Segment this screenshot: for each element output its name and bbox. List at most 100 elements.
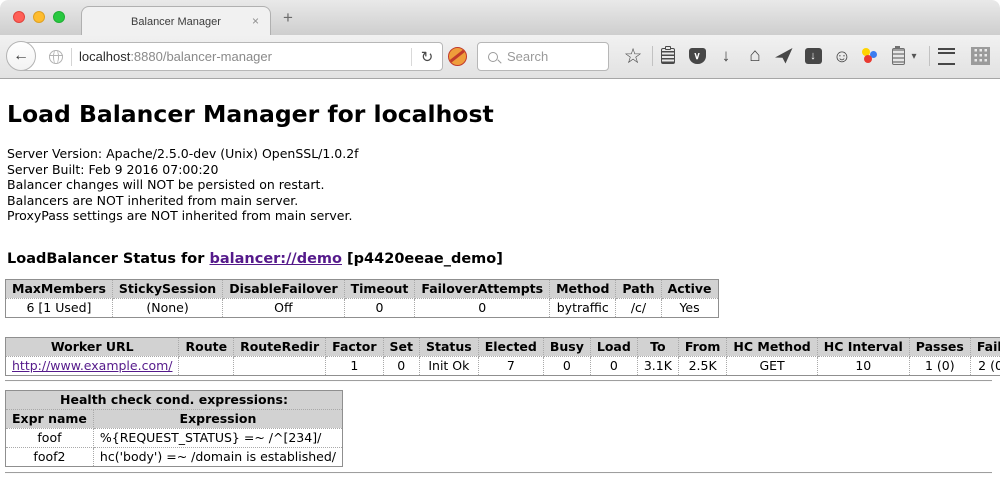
worker-data-row: http://www.example.com/ 1 0 Init Ok 7 0 … <box>6 356 1000 375</box>
download-extension-button[interactable]: ↓ <box>799 42 827 70</box>
back-button[interactable]: ← <box>6 41 36 71</box>
col-header-route: Route <box>179 337 234 356</box>
search-input[interactable] <box>505 48 599 65</box>
worker-url-link[interactable]: http://www.example.com/ <box>12 358 172 373</box>
window-controls <box>13 11 65 23</box>
cell-expression: hc('body') =~ /domain is established/ <box>93 447 342 466</box>
cell-stickysession: (None) <box>112 298 222 317</box>
status-heading: LoadBalancer Status for balancer://demo … <box>7 251 994 267</box>
tab-title: Balancer Manager <box>131 16 221 28</box>
home-button[interactable]: ⌂ <box>741 42 769 70</box>
cell-maxmembers: 6 [1 Used] <box>6 298 113 317</box>
col-header-maxmembers: MaxMembers <box>6 279 113 298</box>
globe-icon <box>49 50 63 64</box>
balancer-data-row: 6 [1 Used] (None) Off 0 0 bytraffic /c/ … <box>6 298 719 317</box>
toolbar-divider <box>929 46 930 66</box>
divider-rule <box>5 472 992 474</box>
cell-load: 0 <box>590 356 637 375</box>
content-blocker-icon[interactable] <box>448 47 467 66</box>
col-header-expr-name: Expr name <box>6 409 94 428</box>
send-button[interactable] <box>770 42 798 70</box>
col-header-hc-method: HC Method <box>727 337 817 356</box>
cell-path: /c/ <box>616 298 661 317</box>
cell-timeout: 0 <box>344 298 415 317</box>
col-header-worker-url: Worker URL <box>6 337 179 356</box>
col-header-stickysession: StickySession <box>112 279 222 298</box>
url-domain: localhost <box>79 49 130 64</box>
page-content: Load Balancer Manager for localhost Serv… <box>0 79 1000 491</box>
health-header-row: Expr name Expression <box>6 409 343 428</box>
col-header-passes: Passes <box>909 337 970 356</box>
health-data-row: foof %{REQUEST_STATUS} =~ /^[234]/ <box>6 428 343 447</box>
col-header-fails: Fails <box>970 337 1000 356</box>
proxypass-notice-line: ProxyPass settings are NOT inherited fro… <box>7 208 994 224</box>
cell-elected: 7 <box>478 356 543 375</box>
cell-status: Init Ok <box>420 356 479 375</box>
balancer-header-row: MaxMembers StickySession DisableFailover… <box>6 279 719 298</box>
cell-to: 3.1K <box>637 356 678 375</box>
reload-button[interactable]: ↻ <box>412 48 442 66</box>
inherit-notice-line: Balancers are NOT inherited from main se… <box>7 193 994 209</box>
url-divider <box>71 48 72 66</box>
cell-worker-url: http://www.example.com/ <box>6 356 179 375</box>
emoji-button[interactable]: ☺ <box>828 42 856 70</box>
grid-icon <box>971 47 990 65</box>
tab-close-icon[interactable]: × <box>252 14 259 28</box>
cell-failoverattempts: 0 <box>415 298 550 317</box>
cell-factor: 1 <box>326 356 383 375</box>
overflow-caret-button[interactable]: ▾ <box>905 42 923 70</box>
pocket-button[interactable]: ∨ <box>683 42 711 70</box>
server-built-line: Server Built: Feb 9 2016 07:00:20 <box>7 162 994 178</box>
browser-window: Balancer Manager × + ← localhost:8880/ba… <box>0 0 1000 491</box>
cell-set: 0 <box>383 356 419 375</box>
hamburger-menu-icon <box>938 48 955 65</box>
url-path: :8880/balancer-manager <box>130 49 272 64</box>
persist-notice-line: Balancer changes will NOT be persisted o… <box>7 177 994 193</box>
balancer-demo-link[interactable]: balancer://demo <box>209 251 342 267</box>
toolbar-divider <box>652 46 653 66</box>
cell-passes: 1 (0) <box>909 356 970 375</box>
health-table-title: Health check cond. expressions: <box>6 390 343 409</box>
col-header-status: Status <box>420 337 479 356</box>
server-version-line: Server Version: Apache/2.5.0-dev (Unix) … <box>7 146 994 162</box>
tab-balancer-manager[interactable]: Balancer Manager × <box>81 6 271 36</box>
worker-header-row: Worker URL Route RouteRedir Factor Set S… <box>6 337 1000 356</box>
col-header-method: Method <box>550 279 616 298</box>
tab-bar: Balancer Manager × + <box>0 0 1000 35</box>
cell-active: Yes <box>661 298 718 317</box>
clipboard-button[interactable] <box>654 42 682 70</box>
cell-fails: 2 (0) <box>970 356 1000 375</box>
url-bar[interactable]: localhost:8880/balancer-manager ↻ <box>20 42 443 71</box>
tile-view-button[interactable] <box>966 42 994 70</box>
worker-status-table: Worker URL Route RouteRedir Factor Set S… <box>5 337 1000 376</box>
colored-dots-icon <box>860 47 878 65</box>
col-header-set: Set <box>383 337 419 356</box>
status-heading-prefix: LoadBalancer Status for <box>7 251 204 267</box>
menu-button[interactable] <box>932 42 960 70</box>
close-window-button[interactable] <box>13 11 25 23</box>
download-box-icon: ↓ <box>805 48 822 64</box>
new-tab-button[interactable]: + <box>283 8 293 28</box>
clipboard-icon <box>661 48 675 64</box>
cell-expr-name: foof2 <box>6 447 94 466</box>
cell-routeredir <box>234 356 326 375</box>
downloads-button[interactable]: ↓ <box>712 42 740 70</box>
col-header-busy: Busy <box>543 337 590 356</box>
status-heading-suffix: [p4420eeae_demo] <box>347 251 503 267</box>
zoom-window-button[interactable] <box>53 11 65 23</box>
col-header-disablefailover: DisableFailover <box>223 279 344 298</box>
health-title-row: Health check cond. expressions: <box>6 390 343 409</box>
divider-rule <box>5 380 992 382</box>
cell-hc-interval: 10 <box>817 356 909 375</box>
url-text[interactable]: localhost:8880/balancer-manager <box>79 49 411 64</box>
cell-busy: 0 <box>543 356 590 375</box>
cell-hc-method: GET <box>727 356 817 375</box>
col-header-active: Active <box>661 279 718 298</box>
colored-dots-button[interactable] <box>855 42 883 70</box>
bookmark-star-button[interactable]: ☆ <box>619 42 647 70</box>
cell-expression: %{REQUEST_STATUS} =~ /^[234]/ <box>93 428 342 447</box>
col-header-timeout: Timeout <box>344 279 415 298</box>
minimize-window-button[interactable] <box>33 11 45 23</box>
col-header-failoverattempts: FailoverAttempts <box>415 279 550 298</box>
col-header-elected: Elected <box>478 337 543 356</box>
